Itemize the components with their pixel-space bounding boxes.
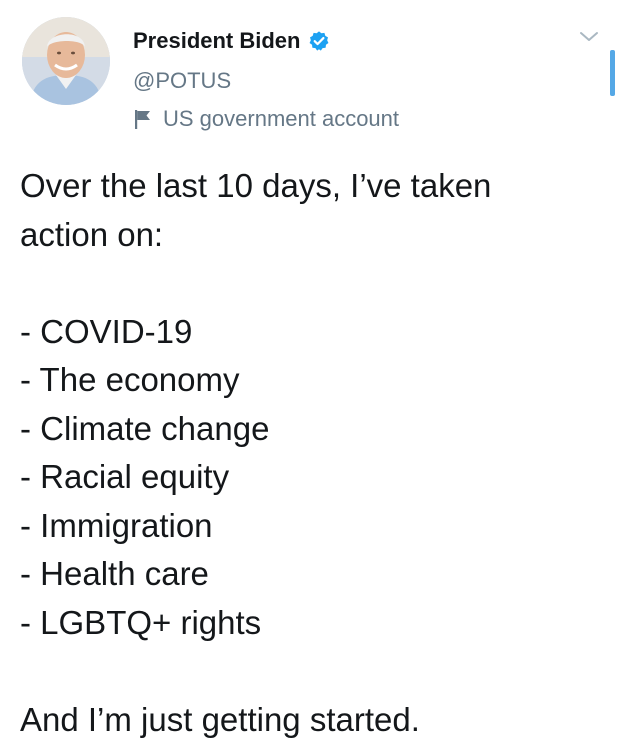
list-item: - COVID-19 (20, 312, 193, 350)
list-item: - Climate change (20, 409, 270, 447)
author-name-row[interactable]: President Biden (133, 26, 330, 56)
tweet-line: And I’m just getting started. (20, 700, 420, 738)
account-label: US government account (133, 106, 399, 132)
tweet-text: Over the last 10 days, I’ve taken action… (20, 162, 605, 744)
display-name[interactable]: President Biden (133, 28, 300, 54)
tweet-line: Over the last 10 days, I’ve taken (20, 167, 492, 204)
flag-icon (133, 108, 153, 130)
list-item: - Racial equity (20, 458, 230, 495)
account-label-text: US government account (163, 106, 400, 131)
verified-badge-icon (308, 30, 330, 52)
avatar[interactable] (22, 17, 110, 105)
scrollbar[interactable] (610, 50, 615, 96)
tweet-line: action on: (20, 215, 164, 253)
chevron-down-icon[interactable] (578, 29, 600, 45)
list-item: - Immigration (20, 506, 213, 544)
list-item: - LGBTQ+ rights (20, 603, 262, 641)
author-handle[interactable]: @POTUS (133, 68, 231, 94)
list-item: - Health care (20, 555, 209, 592)
list-item: - The economy (20, 361, 240, 398)
